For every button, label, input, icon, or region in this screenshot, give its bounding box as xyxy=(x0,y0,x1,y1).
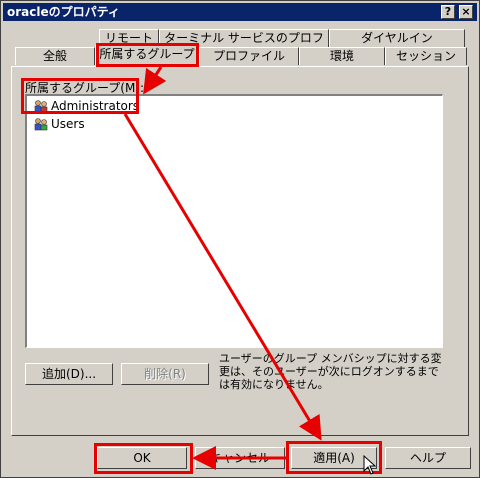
tab-profile[interactable]: プロファイル xyxy=(199,47,299,65)
group-icon xyxy=(33,117,49,131)
help-button[interactable]: ヘルプ xyxy=(385,447,471,469)
tab-member-of[interactable]: 所属するグループ xyxy=(95,45,199,65)
membership-note: ユーザーのグループ メンバシップに対する変更は、そのユーザーが次にログオンするま… xyxy=(219,352,442,391)
tab-sessions[interactable]: セッション xyxy=(385,47,467,65)
add-button[interactable]: 追加(D)... xyxy=(25,363,113,385)
list-item[interactable]: Users xyxy=(33,116,85,132)
tab-dial-in[interactable]: ダイヤルイン xyxy=(329,29,465,47)
close-button[interactable]: × xyxy=(459,5,473,19)
cancel-button[interactable]: キャンセル xyxy=(195,447,285,469)
groups-listbox[interactable]: Administrators Users xyxy=(25,94,443,348)
title-bar[interactable]: oracleのプロパティ ? × xyxy=(3,3,477,21)
tab-environment[interactable]: 環境 xyxy=(299,47,385,65)
properties-window: oracleのプロパティ ? × リモート制御 ターミナル サービスのプロファイ… xyxy=(0,0,480,478)
mouse-pointer-icon xyxy=(363,455,377,475)
tab-general[interactable]: 全般 xyxy=(15,47,95,65)
group-icon xyxy=(33,99,49,113)
group-name: Administrators xyxy=(51,99,140,113)
remove-button[interactable]: 削除(R) xyxy=(121,363,209,385)
group-name: Users xyxy=(51,117,85,131)
help-caption-button[interactable]: ? xyxy=(441,5,455,19)
list-item[interactable]: Administrators xyxy=(33,98,139,114)
window-title: oracleのプロパティ xyxy=(7,5,120,19)
ok-button[interactable]: OK xyxy=(97,447,187,469)
